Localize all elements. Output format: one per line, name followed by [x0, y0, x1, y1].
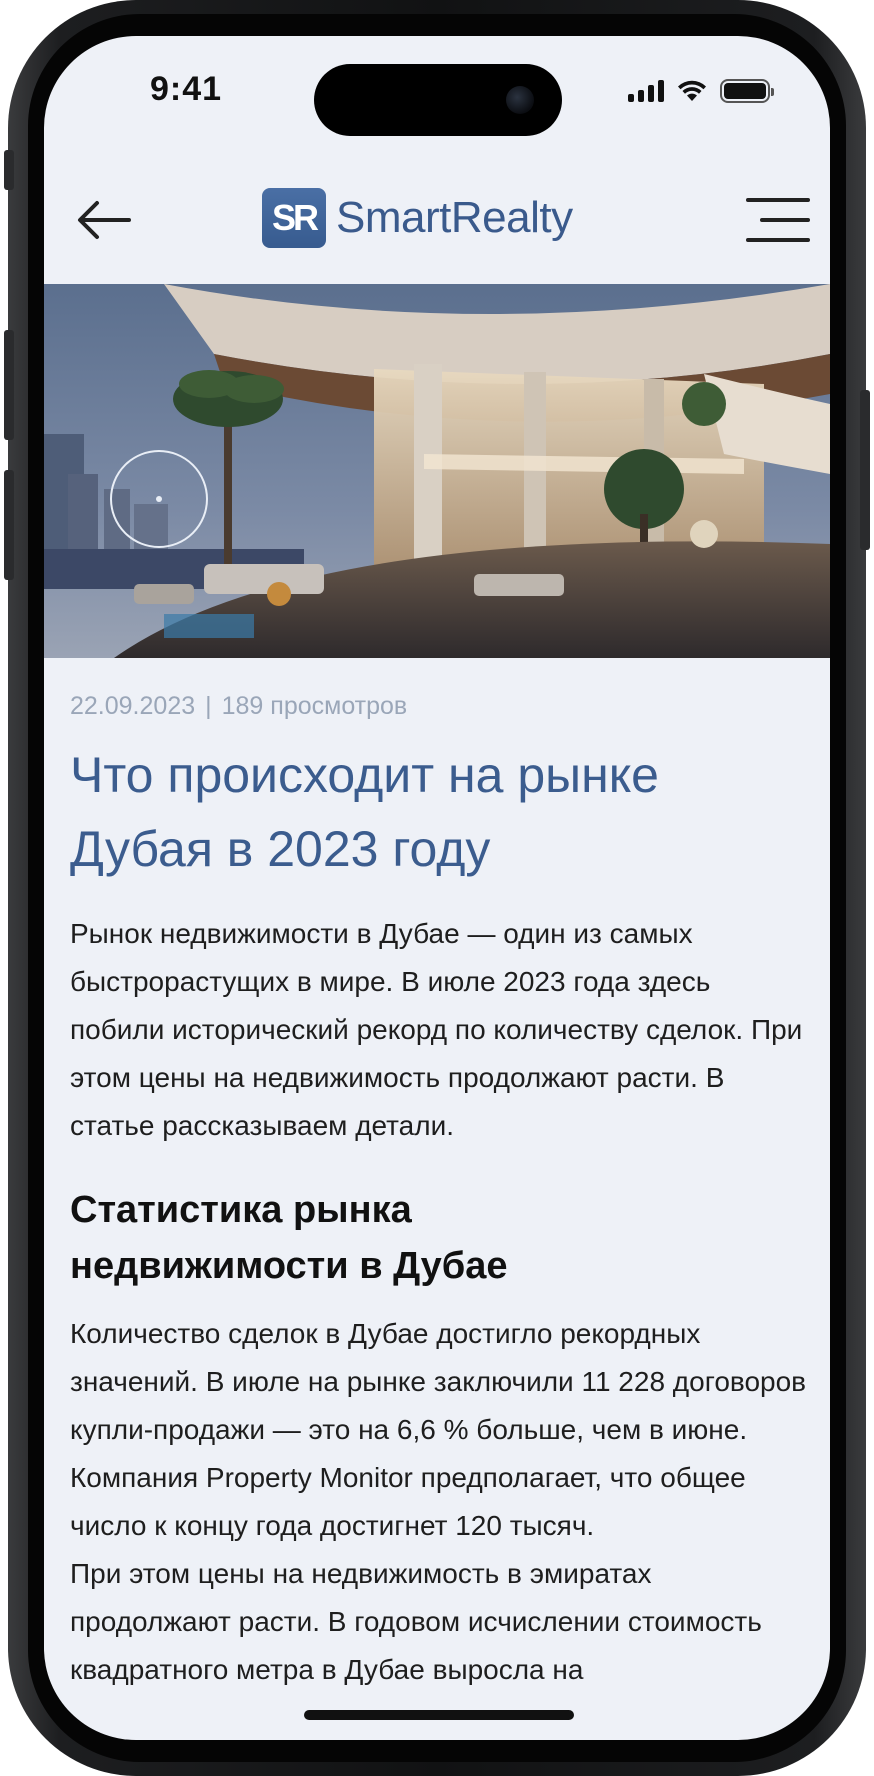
signal-icon	[628, 80, 664, 102]
volume-up-button	[4, 330, 14, 440]
screen: 9:41 SR SmartRealty 22.09.2023 | 189 про…	[44, 36, 830, 1740]
logo-mark: SR	[262, 188, 326, 248]
article-date: 22.09.2023	[70, 691, 196, 720]
article-meta: 22.09.2023 | 189 просмотров	[70, 688, 810, 724]
status-icons	[628, 78, 774, 104]
logo[interactable]: SR SmartRealty	[262, 186, 573, 250]
article-views: 189 просмотров	[221, 691, 408, 720]
dubai-villa-photo	[44, 284, 830, 658]
article-paragraph: При этом цены на недвижимость в эмиратах…	[70, 1558, 762, 1685]
battery-icon	[720, 79, 774, 103]
wifi-icon	[678, 80, 706, 101]
article-lead: Рынок недвижимости в Дубае — один из сам…	[70, 918, 803, 1141]
hero-image	[44, 284, 830, 658]
logo-text: SmartRealty	[336, 193, 573, 242]
section-heading: Статистика рынка недвижимости в Дубае	[70, 1189, 508, 1287]
dynamic-island	[314, 64, 562, 136]
arrow-left-icon	[78, 201, 131, 239]
hamburger-menu-icon	[746, 198, 810, 202]
volume-down-button	[4, 470, 14, 580]
menu-button[interactable]	[746, 194, 810, 248]
status-bar: 9:41	[44, 36, 830, 146]
camera-icon	[506, 86, 534, 114]
article-title: Что происходит на рынке Дубая в 2023 год…	[70, 747, 659, 877]
article: 22.09.2023 | 189 просмотров Что происход…	[70, 688, 810, 1694]
article-paragraph: Количество сделок в Дубае достигло рекор…	[70, 1318, 807, 1541]
back-button[interactable]	[74, 190, 134, 250]
meta-separator: |	[205, 691, 212, 720]
status-time: 9:41	[150, 70, 223, 108]
home-indicator[interactable]	[304, 1710, 574, 1720]
action-button	[4, 150, 14, 190]
power-button	[860, 390, 870, 550]
